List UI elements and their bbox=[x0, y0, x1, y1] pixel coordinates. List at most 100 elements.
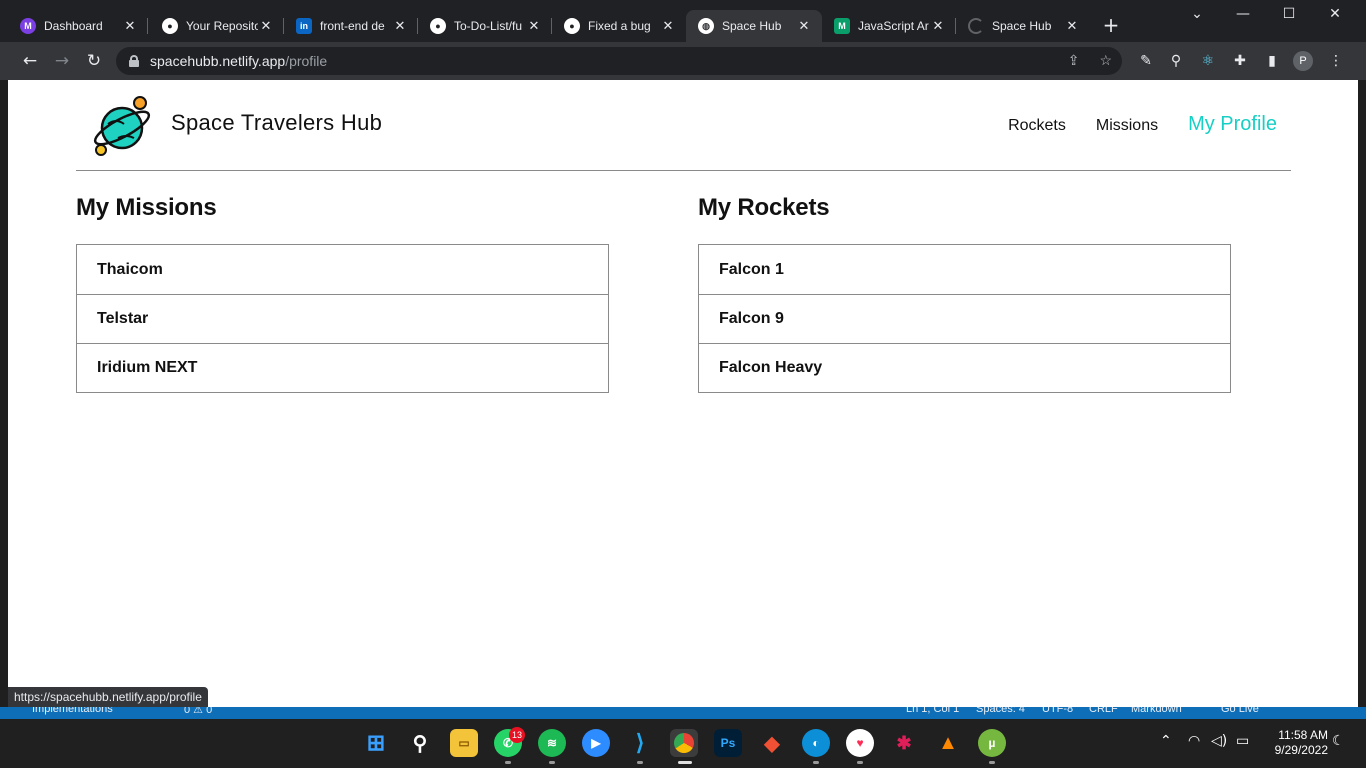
file-explorer-icon[interactable]: ▭ bbox=[450, 729, 478, 757]
vlc-icon[interactable]: ▲ bbox=[934, 729, 962, 757]
extensions-puzzle-icon[interactable]: ✚ bbox=[1230, 51, 1250, 71]
list-item: Telstar bbox=[77, 294, 608, 343]
forward-icon[interactable]: → bbox=[51, 50, 73, 72]
missions-list: Thaicom Telstar Iridium NEXT bbox=[76, 244, 609, 393]
my-rockets-heading: My Rockets bbox=[698, 194, 830, 221]
wifi-icon[interactable]: ◠ bbox=[1188, 733, 1200, 749]
side-panel-icon[interactable]: ▮ bbox=[1262, 51, 1282, 71]
close-icon[interactable]: ✕ bbox=[392, 18, 408, 34]
browser-tab[interactable]: ● To-Do-List/fu ✕ bbox=[418, 10, 552, 42]
status-problems[interactable]: 0 ⚠ 0 bbox=[184, 707, 212, 716]
browser-tab[interactable]: in front-end de ✕ bbox=[284, 10, 418, 42]
running-indicator bbox=[989, 761, 995, 764]
focus-moon-icon[interactable]: ☾ bbox=[1332, 733, 1345, 749]
address-bar[interactable]: spacehubb.netlify.app/profile ⇪ ☆ bbox=[116, 47, 1122, 75]
link-status-url: https://spacehubb.netlify.app/profile bbox=[8, 687, 208, 707]
maximize-button[interactable]: ☐ bbox=[1266, 6, 1312, 22]
browser-tab[interactable]: M JavaScript Ar ✕ bbox=[822, 10, 956, 42]
chrome-icon[interactable] bbox=[670, 729, 698, 757]
slack-icon[interactable]: ✱ bbox=[890, 729, 918, 757]
taskbar-clock[interactable]: 11:58 AM 9/29/2022 bbox=[1262, 728, 1328, 758]
list-item: Thaicom bbox=[97, 260, 163, 278]
close-icon[interactable]: ✕ bbox=[122, 18, 138, 34]
planet-logo-icon[interactable] bbox=[90, 94, 154, 158]
nav-link-rockets[interactable]: Rockets bbox=[1008, 117, 1066, 135]
list-item: Iridium NEXT bbox=[77, 343, 608, 392]
github-icon: ● bbox=[564, 18, 580, 34]
reload-icon[interactable]: ↻ bbox=[83, 50, 105, 72]
status-encoding[interactable]: UTF-8 bbox=[1042, 707, 1073, 715]
edge-icon[interactable]: ◐ bbox=[802, 729, 830, 757]
web-page: Space Travelers Hub Rockets Missions My … bbox=[8, 80, 1358, 708]
url-path: /profile bbox=[285, 53, 328, 69]
tab-title: Your Reposito bbox=[186, 19, 258, 33]
windows-taskbar: ⊞ ⚲ ▭ ✆ 13 ≋ ▶ ⟩ Ps ◆ ◐ ♥ ✱ ▲ µ ⌃ ◠ ◁) ▭… bbox=[0, 719, 1366, 768]
battery-icon[interactable]: ▭ bbox=[1236, 733, 1249, 749]
close-icon[interactable]: ✕ bbox=[1064, 18, 1080, 34]
wrench-extension-icon[interactable]: ⚲ bbox=[1166, 51, 1186, 71]
url-host: spacehubb.netlify.app bbox=[150, 53, 286, 69]
tab-search-icon[interactable]: ⌄ bbox=[1174, 6, 1220, 22]
lock-icon[interactable] bbox=[128, 55, 140, 67]
vscode-icon[interactable]: ⟩ bbox=[626, 729, 654, 757]
close-icon[interactable]: ✕ bbox=[930, 18, 946, 34]
rockets-list: Falcon 1 Falcon 9 Falcon Heavy bbox=[698, 244, 1231, 393]
profile-avatar[interactable]: P bbox=[1293, 51, 1313, 71]
tab-title: Space Hub bbox=[722, 19, 782, 33]
main-nav: Rockets Missions My Profile bbox=[1008, 113, 1277, 136]
browser-tab[interactable]: M Dashboard ✕ bbox=[8, 10, 148, 42]
close-icon[interactable]: ✕ bbox=[660, 18, 676, 34]
status-golive[interactable]: Go Live bbox=[1221, 707, 1259, 715]
browser-tab[interactable]: ● Your Reposito ✕ bbox=[150, 10, 284, 42]
share-icon[interactable]: ⇪ bbox=[1068, 52, 1080, 69]
list-item: Falcon 9 bbox=[699, 294, 1230, 343]
spotify-icon[interactable]: ≋ bbox=[538, 729, 566, 757]
tab-title: Dashboard bbox=[44, 19, 103, 33]
status-eol[interactable]: CRLF bbox=[1089, 707, 1118, 715]
new-tab-button[interactable]: + bbox=[1100, 14, 1122, 36]
menu-kebab-icon[interactable]: ⋮ bbox=[1326, 51, 1346, 71]
status-language[interactable]: Markdown bbox=[1131, 707, 1182, 715]
photoshop-icon[interactable]: Ps bbox=[714, 729, 742, 757]
brand-title[interactable]: Space Travelers Hub bbox=[171, 110, 382, 136]
close-icon[interactable]: ✕ bbox=[258, 18, 274, 34]
close-icon[interactable]: ✕ bbox=[796, 18, 812, 34]
browser-toolbar: ← → ↻ spacehubb.netlify.app/profile ⇪ ☆ … bbox=[0, 42, 1366, 80]
tab-title: To-Do-List/fu bbox=[454, 19, 523, 33]
status-position[interactable]: Ln 1, Col 1 bbox=[906, 707, 959, 715]
react-devtools-icon[interactable]: ⚛ bbox=[1198, 51, 1218, 71]
browser-tab-strip: M Dashboard ✕ ● Your Reposito ✕ in front… bbox=[0, 0, 1366, 42]
status-implementations[interactable]: Implementations bbox=[32, 707, 113, 715]
running-indicator bbox=[549, 761, 555, 764]
chevron-up-icon[interactable]: ⌃ bbox=[1160, 733, 1172, 749]
close-window-button[interactable]: ✕ bbox=[1312, 6, 1358, 22]
my-missions-heading: My Missions bbox=[76, 194, 217, 221]
close-icon[interactable]: ✕ bbox=[526, 18, 542, 34]
tinder-icon[interactable]: ♥ bbox=[846, 729, 874, 757]
app-header: Space Travelers Hub Rockets Missions My … bbox=[76, 80, 1291, 171]
status-spaces[interactable]: Spaces: 4 bbox=[976, 707, 1025, 715]
git-icon[interactable]: ◆ bbox=[758, 729, 786, 757]
back-icon[interactable]: ← bbox=[19, 50, 41, 72]
my-rockets-section: My Rockets Falcon 1 Falcon 9 Falcon Heav… bbox=[698, 194, 1231, 393]
bookmark-star-icon[interactable]: ☆ bbox=[1099, 52, 1112, 69]
browser-tab[interactable]: Space Hub ✕ bbox=[956, 10, 1090, 42]
browser-tab-active[interactable]: ◍ Space Hub ✕ bbox=[686, 10, 822, 42]
loading-icon bbox=[968, 18, 984, 34]
clock-date: 9/29/2022 bbox=[1274, 743, 1328, 757]
pen-extension-icon[interactable]: ✎ bbox=[1136, 51, 1156, 71]
search-icon[interactable]: ⚲ bbox=[406, 729, 434, 757]
browser-tab[interactable]: ● Fixed a bug ✕ bbox=[552, 10, 686, 42]
tab-title: front-end de bbox=[320, 19, 385, 33]
minimize-button[interactable]: — bbox=[1220, 6, 1266, 22]
volume-icon[interactable]: ◁) bbox=[1211, 733, 1227, 749]
utorrent-icon[interactable]: µ bbox=[978, 729, 1006, 757]
windows-start-icon[interactable]: ⊞ bbox=[362, 729, 390, 757]
nav-link-missions[interactable]: Missions bbox=[1096, 117, 1158, 135]
my-missions-section: My Missions Thaicom Telstar Iridium NEXT bbox=[76, 194, 609, 393]
running-indicator-active bbox=[678, 761, 692, 764]
nav-link-my-profile[interactable]: My Profile bbox=[1188, 113, 1277, 136]
tab-title: Space Hub bbox=[992, 19, 1052, 33]
zoom-icon[interactable]: ▶ bbox=[582, 729, 610, 757]
screen: M Dashboard ✕ ● Your Reposito ✕ in front… bbox=[0, 0, 1366, 768]
